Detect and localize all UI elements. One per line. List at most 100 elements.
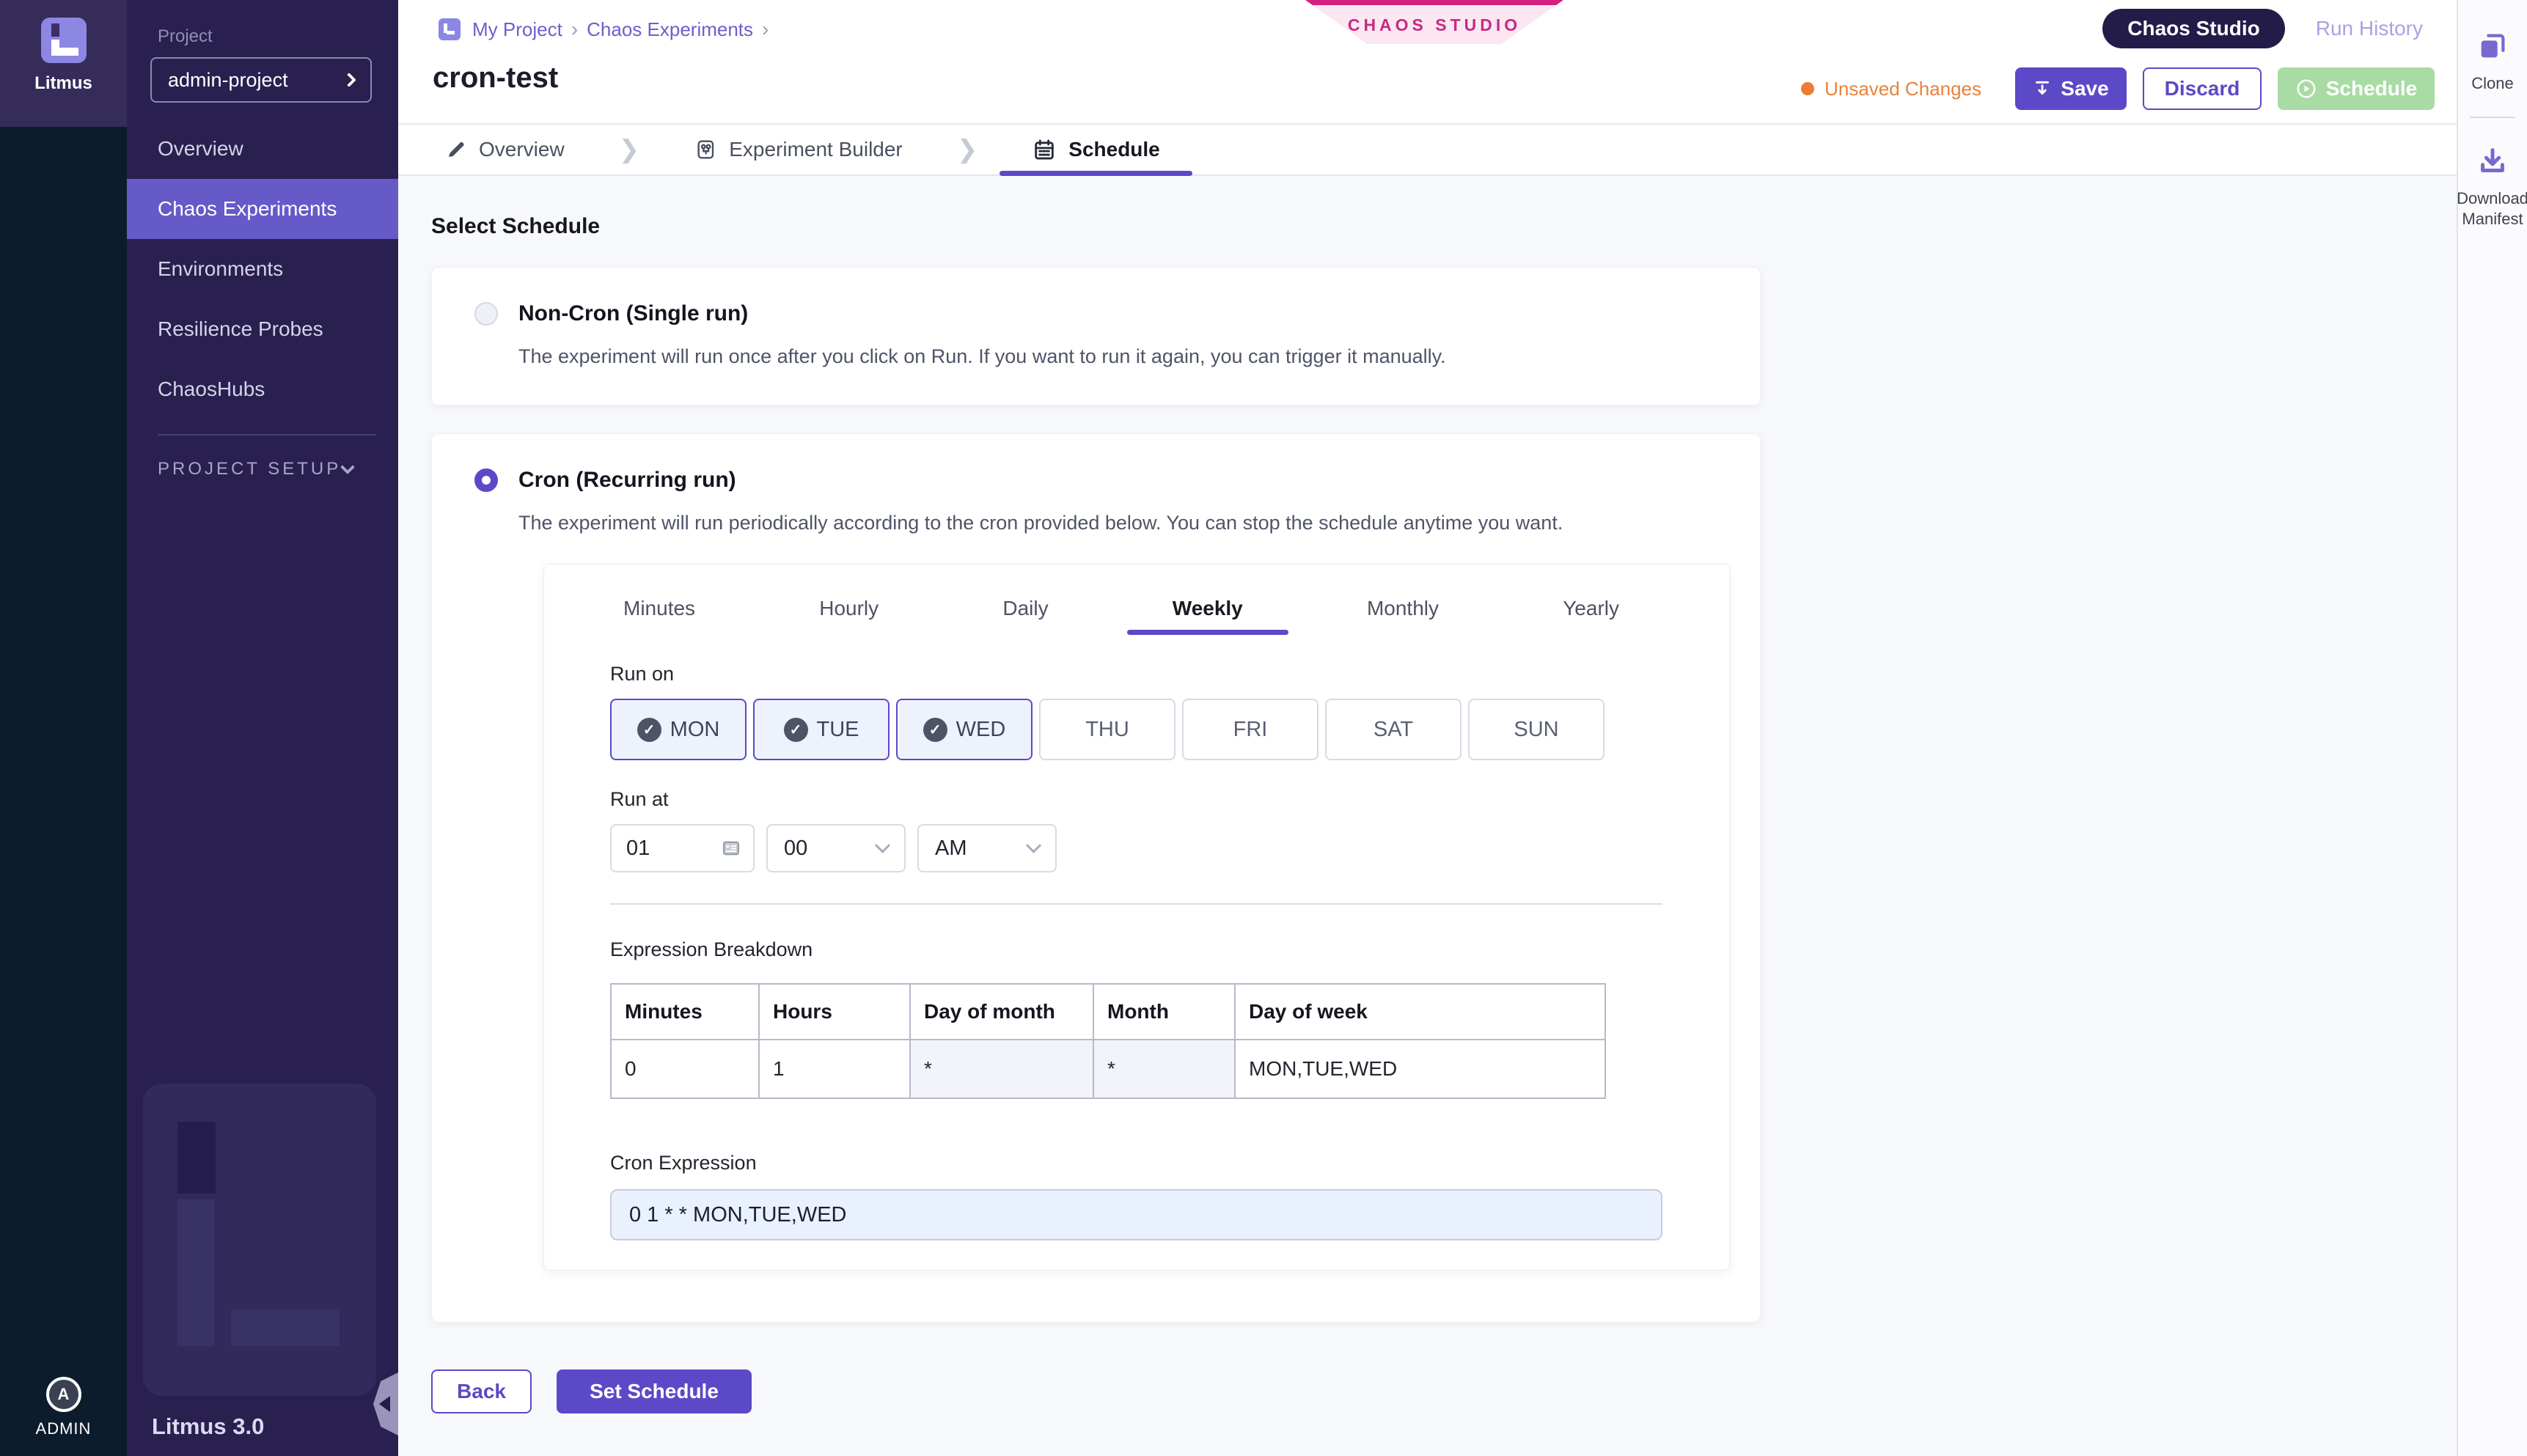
page-title: cron-test	[433, 62, 558, 95]
day-button-mon[interactable]: MON	[610, 699, 747, 760]
project-selector[interactable]: admin-project	[150, 57, 372, 103]
icon-rail: Litmus A ADMIN	[0, 0, 127, 1456]
sidebar-item-resilience-probes[interactable]: Resilience Probes	[127, 299, 398, 359]
chevron-down-icon	[875, 837, 890, 853]
breadcrumb-chaos-experiments[interactable]: Chaos Experiments	[587, 18, 753, 41]
sidebar-item-chaoshubs[interactable]: ChaosHubs	[127, 359, 398, 419]
divider	[610, 903, 1662, 905]
project-label: Project	[158, 26, 398, 47]
minute-select[interactable]: 00	[766, 824, 906, 872]
cron-title: Cron (Recurring run)	[518, 468, 736, 493]
litmus-logo-icon[interactable]	[41, 18, 87, 63]
tab-experiment-builder[interactable]: Experiment Builder	[694, 125, 903, 174]
breadcrumb-separator: ›	[762, 18, 769, 41]
non-cron-radio-row[interactable]: Non-Cron (Single run)	[474, 301, 1719, 326]
cron-expression-input[interactable]	[610, 1189, 1662, 1240]
col-month: Month	[1093, 984, 1235, 1040]
set-schedule-button[interactable]: Set Schedule	[557, 1369, 752, 1413]
breadcrumb-my-project[interactable]: My Project	[472, 18, 562, 41]
cell-minutes: 0	[611, 1040, 759, 1098]
cell-day-of-month: *	[910, 1040, 1093, 1098]
check-icon	[637, 718, 661, 742]
tab-overview[interactable]: Overview	[445, 125, 565, 174]
cron-description: The experiment will run periodically acc…	[518, 512, 1719, 534]
run-at-controls: 00 AM	[610, 824, 1663, 872]
cron-panel-body: Run on MON TUE WED THU FRI SAT SUN Run a…	[544, 663, 1729, 1240]
check-icon	[784, 718, 808, 742]
tab-run-history[interactable]: Run History	[2316, 17, 2423, 40]
cron-tab-hourly[interactable]: Hourly	[819, 582, 879, 635]
cron-tab-monthly[interactable]: Monthly	[1367, 582, 1439, 635]
avatar[interactable]: A	[46, 1377, 81, 1412]
cell-month: *	[1093, 1040, 1235, 1098]
clone-icon	[2476, 29, 2509, 63]
admin-label: ADMIN	[36, 1419, 92, 1438]
version-label: Litmus 3.0	[152, 1413, 264, 1440]
day-button-thu[interactable]: THU	[1039, 699, 1176, 760]
schedule-button[interactable]: Schedule	[2278, 67, 2435, 110]
cron-tab-daily[interactable]: Daily	[1002, 582, 1048, 635]
sidebar-collapse-handle[interactable]	[373, 1372, 398, 1435]
table-row: 0 1 * * MON,TUE,WED	[611, 1040, 1605, 1098]
day-button-wed[interactable]: WED	[896, 699, 1033, 760]
cron-tab-minutes[interactable]: Minutes	[623, 582, 695, 635]
run-on-label: Run on	[610, 663, 1663, 685]
day-button-sun[interactable]: SUN	[1468, 699, 1604, 760]
ribbon-label: CHAOS STUDIO	[1348, 15, 1521, 35]
sidebar-item-environments[interactable]: Environments	[127, 239, 398, 299]
sidebar-item-overview[interactable]: Overview	[127, 119, 398, 179]
day-button-tue[interactable]: TUE	[753, 699, 890, 760]
cron-tab-weekly[interactable]: Weekly	[1173, 582, 1243, 635]
expression-breakdown-label: Expression Breakdown	[610, 938, 1663, 961]
meridiem-select[interactable]: AM	[917, 824, 1057, 872]
project-name: admin-project	[168, 69, 288, 92]
footer-actions: Back Set Schedule	[431, 1369, 2457, 1413]
back-button[interactable]: Back	[431, 1369, 532, 1413]
day-button-fri[interactable]: FRI	[1182, 699, 1318, 760]
hour-input[interactable]	[616, 837, 704, 861]
col-day-of-week: Day of week	[1235, 984, 1605, 1040]
run-at-label: Run at	[610, 788, 1663, 811]
step-tabs: Overview ❯ Experiment Builder ❯ Schedule	[398, 125, 2457, 176]
chevron-right-icon	[342, 73, 356, 87]
day-button-sat[interactable]: SAT	[1325, 699, 1461, 760]
cron-tab-yearly[interactable]: Yearly	[1563, 582, 1619, 635]
discard-button[interactable]: Discard	[2143, 67, 2262, 110]
check-icon	[923, 718, 947, 742]
sidebar: Project admin-project Overview Chaos Exp…	[127, 0, 398, 1456]
project-setup-toggle[interactable]: PROJECT SETUP	[127, 459, 398, 479]
day-selector: MON TUE WED THU FRI SAT SUN	[610, 699, 1663, 760]
sidebar-item-chaos-experiments[interactable]: Chaos Experiments	[127, 179, 398, 239]
breadcrumb-separator: ›	[571, 18, 578, 41]
col-minutes: Minutes	[611, 984, 759, 1040]
tab-schedule[interactable]: Schedule	[1032, 125, 1159, 174]
step-separator: ❯	[619, 135, 640, 164]
divider	[158, 434, 376, 435]
nav-list: Overview Chaos Experiments Environments …	[127, 119, 398, 419]
logo-text: Litmus	[34, 73, 92, 94]
rail-bottom: A ADMIN	[0, 127, 127, 1456]
clone-button[interactable]: Clone	[2471, 29, 2513, 95]
cell-day-of-week: MON,TUE,WED	[1235, 1040, 1605, 1098]
download-manifest-button[interactable]: Download Manifest	[2457, 144, 2527, 230]
radio-non-cron[interactable]	[474, 302, 498, 326]
view-tabs: Chaos Studio Run History	[2102, 9, 2423, 48]
non-cron-option-card: Non-Cron (Single run) The experiment wil…	[431, 267, 1761, 405]
breadcrumb: My Project › Chaos Experiments ›	[439, 18, 769, 41]
collapse-arrow-icon	[379, 1396, 390, 1412]
cron-option-card: Cron (Recurring run) The experiment will…	[431, 433, 1761, 1323]
expression-breakdown-table: Minutes Hours Day of month Month Day of …	[610, 983, 1606, 1099]
chevron-down-icon	[340, 460, 355, 474]
main-area: My Project › Chaos Experiments › CHAOS S…	[398, 0, 2457, 1456]
col-day-of-month: Day of month	[910, 984, 1093, 1040]
cron-radio-row[interactable]: Cron (Recurring run)	[474, 468, 1719, 493]
top-header: My Project › Chaos Experiments › CHAOS S…	[398, 0, 2457, 125]
radio-cron[interactable]	[474, 468, 498, 492]
litmus-watermark	[143, 1084, 376, 1396]
save-button[interactable]: Save	[2015, 67, 2127, 110]
tab-chaos-studio[interactable]: Chaos Studio	[2102, 9, 2284, 48]
schedule-content: Select Schedule Non-Cron (Single run) Th…	[398, 176, 2457, 1456]
litmus-mini-logo-icon	[439, 18, 461, 40]
divider	[2470, 117, 2515, 118]
non-cron-title: Non-Cron (Single run)	[518, 301, 748, 326]
